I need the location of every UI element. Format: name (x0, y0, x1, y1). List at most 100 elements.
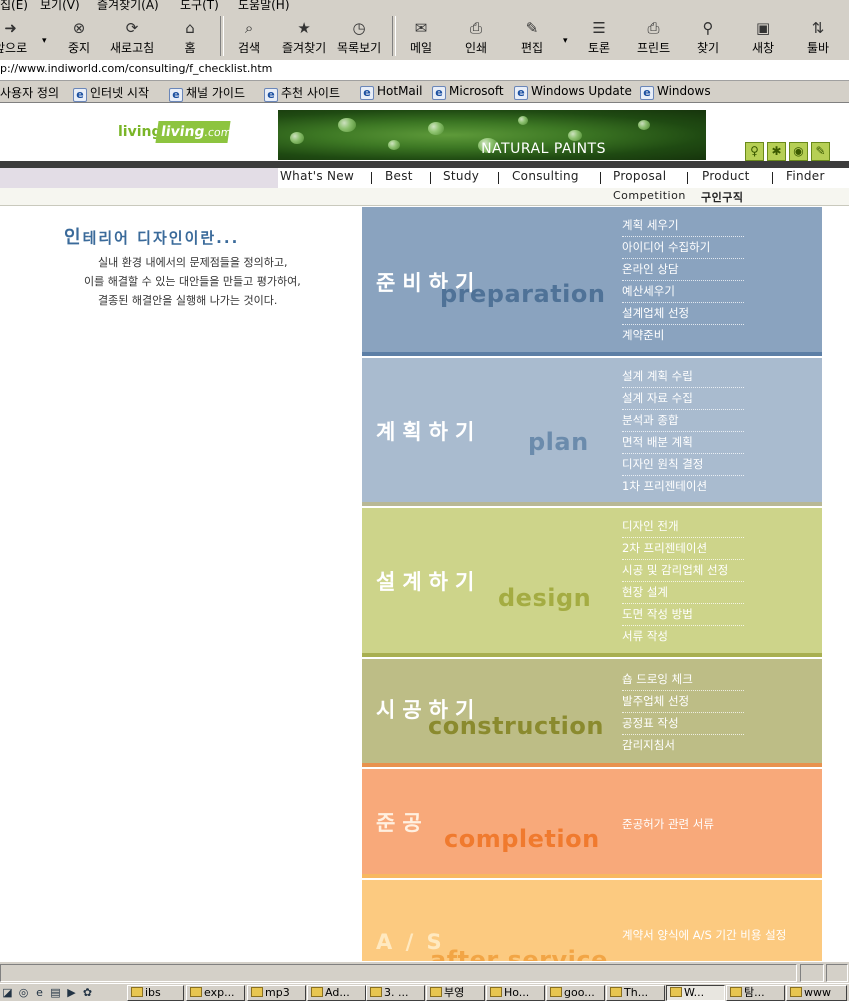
step-link[interactable]: 계약서 양식에 A/S 기간 비용 설정 (622, 925, 820, 946)
taskbar-button[interactable]: Ad... (307, 985, 366, 1001)
toolbar-button[interactable]: ⇅ 툴바 (807, 18, 829, 56)
taskbar-button[interactable]: www (786, 985, 847, 1001)
step-link[interactable]: 설계 계획 수립 (622, 366, 744, 388)
link-internet-start[interactable]: e 인터넷 시작 (73, 84, 149, 102)
eye-icon[interactable]: ◉ (789, 142, 808, 161)
taskbar-button[interactable]: 부영 (426, 985, 485, 1001)
step-link[interactable]: 아이디어 수집하기 (622, 237, 744, 259)
quicklaunch-icon[interactable]: ▤ (49, 986, 62, 999)
section-title-kr: 계획하기 (376, 420, 482, 444)
step-link[interactable]: 공정표 작성 (622, 713, 744, 735)
step-link[interactable]: 준공허가 관련 서류 (622, 814, 812, 835)
quicklaunch-icon[interactable]: ✿ (81, 986, 94, 999)
step-link[interactable]: 온라인 상담 (622, 259, 744, 281)
favorites-icon: ★ (297, 19, 311, 37)
step-link[interactable]: 2차 프리젠테이션 (622, 538, 744, 560)
quicklaunch-icon[interactable]: ◎ (17, 986, 30, 999)
nav-best[interactable]: Best (385, 169, 413, 183)
pencil-icon[interactable]: ✎ (811, 142, 830, 161)
menu-tools[interactable]: 도구(T) (180, 0, 219, 12)
discuss-button[interactable]: ☰ 토론 (588, 18, 610, 56)
step-link[interactable]: 분석과 종합 (622, 410, 744, 432)
taskbar-button-active[interactable]: W... (666, 985, 725, 1001)
link-custom[interactable]: 사용자 정의 (0, 84, 59, 101)
subnav-jobs[interactable]: 구인구직 (701, 189, 743, 205)
search-button[interactable]: ⌕ 검색 (238, 18, 260, 56)
toolbar-separator (392, 16, 396, 56)
step-link[interactable]: 시공 및 감리업체 선정 (622, 560, 744, 582)
address-url[interactable]: p://www.indiworld.com/consulting/f_check… (0, 62, 272, 75)
section-title-en: after service (430, 946, 608, 961)
link-channel-guide[interactable]: e 채널 가이드 (169, 84, 245, 102)
step-link[interactable]: 도면 작성 방법 (622, 604, 744, 626)
menu-favorites[interactable]: 즐겨찾기(A) (97, 0, 159, 12)
link-hotmail[interactable]: e HotMail (360, 84, 422, 100)
nav-product[interactable]: Product (702, 169, 750, 183)
edit-button[interactable]: ✎ 편집 (521, 18, 543, 56)
taskbar-button[interactable]: goo... (546, 985, 605, 1001)
print-button[interactable]: ⎙ 인쇄 (465, 18, 487, 56)
mail-button[interactable]: ✉ 메일 (410, 18, 432, 56)
nav-study[interactable]: Study (443, 169, 479, 183)
stop-button[interactable]: ⊗ 중지 (68, 18, 90, 56)
link-recommended[interactable]: e 추천 사이트 (264, 84, 340, 102)
step-link[interactable]: 디자인 원칙 결정 (622, 454, 744, 476)
find-button[interactable]: ⚲ 찾기 (697, 18, 719, 56)
step-link[interactable]: 숍 드로잉 체크 (622, 669, 744, 691)
favorites-button[interactable]: ★ 즐겨찾기 (282, 18, 326, 56)
folder-icon (430, 987, 442, 997)
taskbar-button[interactable]: exp... (186, 985, 245, 1001)
nav-proposal[interactable]: Proposal (613, 169, 666, 183)
header-divider (0, 161, 849, 168)
water-drop (290, 132, 304, 144)
step-link[interactable]: 디자인 전개 (622, 516, 744, 538)
step-link[interactable]: 면적 배분 계획 (622, 432, 744, 454)
printer-button[interactable]: ⎙ 프린트 (637, 18, 670, 56)
step-link[interactable]: 설계업체 선정 (622, 303, 744, 325)
taskbar-button[interactable]: Th... (606, 985, 665, 1001)
step-link[interactable]: 감리지침서 (622, 735, 744, 756)
address-bar[interactable]: p://www.indiworld.com/consulting/f_check… (0, 60, 849, 81)
step-link[interactable]: 설계 자료 수집 (622, 388, 744, 410)
nav-whats-new[interactable]: What's New (280, 169, 354, 183)
refresh-button[interactable]: ⟳ 새로고침 (110, 18, 154, 56)
taskbar-button[interactable]: 3. ... (366, 985, 425, 1001)
ie-icon[interactable]: e (33, 986, 46, 999)
section-title-en: preparation (440, 280, 606, 308)
water-drop (338, 118, 356, 132)
nav-finder[interactable]: Finder (786, 169, 825, 183)
section-title-kr: 설계하기 (376, 570, 482, 594)
chevron-down-icon[interactable]: ▾ (563, 36, 568, 46)
link-windows[interactable]: e Windows (640, 84, 711, 100)
step-link[interactable]: 서류 작성 (622, 626, 744, 647)
forward-button[interactable]: ➜앞으로 (0, 18, 27, 56)
idea-icon[interactable]: ♀ (745, 142, 764, 161)
step-link[interactable]: 예산세우기 (622, 281, 744, 303)
subnav-competition[interactable]: Competition (613, 189, 686, 202)
taskbar-button[interactable]: 탐... (726, 985, 785, 1001)
taskbar-button[interactable]: ibs (127, 985, 184, 1001)
step-link[interactable]: 계획 세우기 (622, 215, 744, 237)
taskbar-button[interactable]: mp3 (247, 985, 306, 1001)
new-window-button[interactable]: ▣ 새창 (752, 18, 774, 56)
step-link[interactable]: 1차 프리젠테이션 (622, 476, 744, 497)
link-windows-update[interactable]: e Windows Update (514, 84, 632, 100)
menu-help[interactable]: 도움말(H) (238, 0, 290, 12)
history-button[interactable]: ◷ 목록보기 (337, 18, 381, 56)
menu-edit[interactable]: 집(E) (0, 0, 28, 12)
link-microsoft[interactable]: e Microsoft (432, 84, 504, 100)
step-link[interactable]: 계약준비 (622, 325, 744, 346)
home-button[interactable]: ⌂ 홈 (180, 18, 200, 56)
flower-icon[interactable]: ✱ (767, 142, 786, 161)
quicklaunch-icon[interactable]: ◪ (1, 986, 14, 999)
main-nav: What's New Best Study Consulting Proposa… (278, 168, 849, 188)
natural-paints-banner[interactable]: NATURAL PAINTS (278, 110, 706, 160)
site-logo[interactable]: living living.com (118, 118, 232, 148)
menu-view[interactable]: 보기(V) (40, 0, 80, 12)
media-icon[interactable]: ▶ (65, 986, 78, 999)
taskbar-button[interactable]: Ho... (486, 985, 545, 1001)
step-link[interactable]: 발주업체 선정 (622, 691, 744, 713)
nav-consulting[interactable]: Consulting (512, 169, 579, 183)
step-link[interactable]: 현장 설계 (622, 582, 744, 604)
chevron-down-icon[interactable]: ▾ (42, 36, 47, 46)
